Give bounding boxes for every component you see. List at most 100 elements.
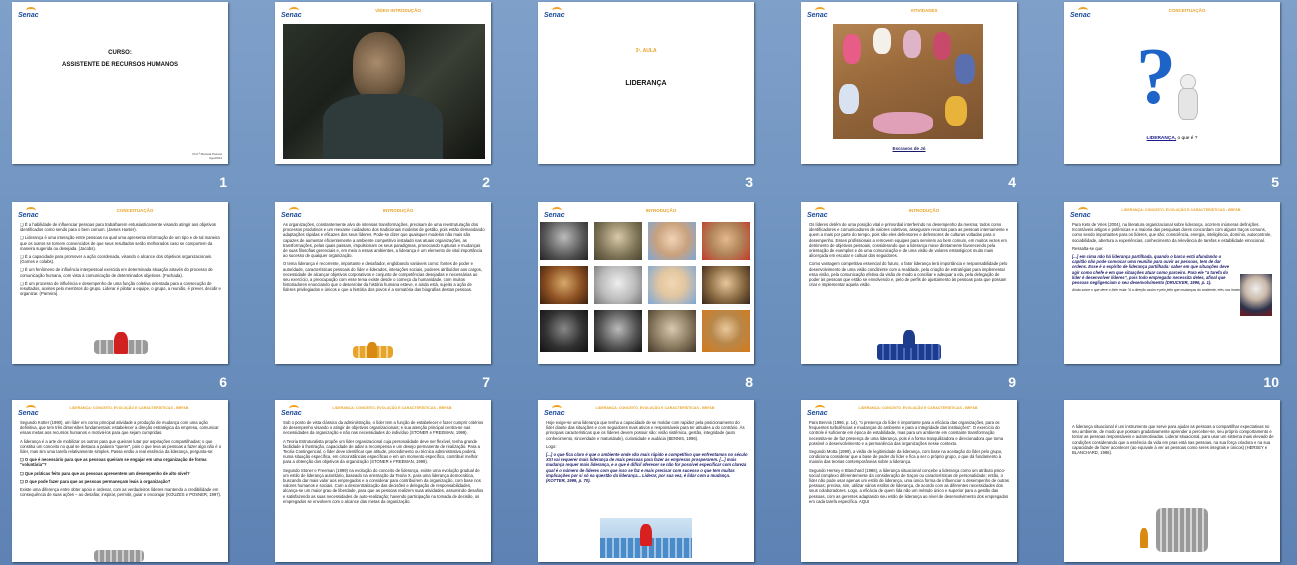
slide-body: As organizações, constantemente alvo de …	[283, 222, 485, 296]
course-name: ASSISTENTE DE RECURSOS HUMANOS	[61, 62, 178, 68]
senac-logo: Senac	[1070, 207, 1092, 223]
senac-logo: Senac	[18, 207, 40, 223]
slide-thumbnail-2[interactable]: Senac VÍDEO INTRODUÇÃO 2	[275, 2, 525, 192]
slide-thumbnail-9[interactable]: Senac INTRODUÇÃO Os líderes detêm de uma…	[801, 202, 1051, 392]
activity-photo	[833, 24, 983, 139]
paragraph: ❑ É um fenômeno de influência interpesso…	[20, 267, 213, 278]
senac-logo: Senac	[18, 405, 40, 421]
slide-thumbnail-7[interactable]: Senac INTRODUÇÃO As organizações, consta…	[275, 202, 525, 392]
slide-title: LIDERANÇA	[625, 80, 667, 87]
leader-portrait	[540, 222, 588, 260]
paragraph: As organizações, constantemente alvo de …	[283, 222, 485, 259]
paragraph: Como vantagem competitiva essencial do f…	[809, 261, 1008, 288]
paragraph: Segundo Motta (1999), a visão de legitim…	[809, 449, 1003, 465]
slide-thumbnail-15[interactable]: A liderança situacional é um instrumento…	[1064, 400, 1297, 565]
slide-thumbnail-13[interactable]: Senac LIDERANÇA: CONCEITO, EVOLUÇÃO E CA…	[538, 400, 788, 565]
paragraph: ❑ O que é necessário para que as pessoas…	[20, 457, 207, 468]
slide-header: CONCEITUAÇÃO	[116, 208, 154, 213]
slide-header: INTRODUÇÃO	[908, 208, 940, 213]
leader-with-crowd-image	[1138, 498, 1208, 554]
paragraph: Para Bennis (1996, p. 14), "o presença d…	[809, 420, 1004, 446]
senac-logo: Senac	[807, 405, 829, 421]
slide-number: 8	[745, 374, 753, 390]
slide-header: LIDERANÇA: CONCEITO, EVOLUÇÃO E CARACTER…	[1121, 208, 1241, 212]
quote: [...] o que fica claro é que o ambiente …	[546, 452, 748, 484]
slide-header: CONCEITUAÇÃO	[1168, 8, 1206, 13]
leader-portrait	[702, 266, 750, 304]
slide-thumbnail-11[interactable]: Senac LIDERANÇA: CONCEITO, EVOLUÇÃO E CA…	[12, 400, 262, 565]
slide-number: 7	[482, 374, 490, 390]
video-still-image	[283, 24, 485, 159]
paragraph: ❑ O que pode fazer para que as pessoas p…	[20, 478, 171, 484]
slide-thumbnail-6[interactable]: Senac CONCEITUAÇÃO ❑ É a habilidade de i…	[12, 202, 262, 392]
class-number: 3ª. AULA	[635, 48, 657, 54]
slide-header: LIDERANÇA: CONCEITO, EVOLUÇÃO E CARACTER…	[332, 406, 452, 410]
leader-portrait	[702, 310, 750, 352]
slide-thumbnail-3[interactable]: Senac 3ª. AULA LIDERANÇA 3	[538, 2, 788, 192]
senac-logo: Senac	[1070, 7, 1092, 23]
leader-portrait	[540, 310, 588, 352]
slide-thumbnail-5[interactable]: Senac CONCEITUAÇÃO ? LIDERANÇA, o que é …	[1064, 2, 1297, 192]
leader-portrait	[702, 222, 750, 260]
senac-logo: Senac	[807, 207, 829, 223]
slide-thumbnail-8[interactable]: Senac INTRODUÇÃO 8	[538, 202, 788, 392]
slide-body: Os líderes detêm de uma posição vital e …	[809, 222, 1011, 290]
slide-body: Segundo Kotter (1990), um líder em como …	[20, 420, 222, 500]
paragraph: Segundo Kotter (1990), um líder em como …	[20, 420, 219, 436]
slide-body: Para Bennis (1996, p. 14), "o presença d…	[809, 420, 1011, 507]
caption-keyword: LIDERANÇA,	[1146, 136, 1177, 141]
caption-question: o que é ?	[1176, 136, 1198, 141]
team-figures-image	[94, 332, 148, 356]
leader-portrait	[594, 266, 642, 304]
leaders-photo-grid	[540, 222, 750, 362]
slide-number: 4	[1008, 174, 1016, 190]
team-figures-image	[94, 550, 144, 562]
paragraph: Existe uma diferença entre obter apoio e…	[20, 487, 222, 498]
paragraph: ❑ Que práticas feito para que as pessoas…	[20, 470, 190, 476]
drucker-portrait	[1240, 274, 1272, 316]
paragraph: A liderança é a arte de mobilizar os out…	[20, 438, 222, 455]
slide-number: 3	[745, 174, 753, 190]
slide-caption: LIDERANÇA, o que é ?	[1064, 136, 1280, 141]
senac-logo: Senac	[544, 207, 566, 223]
leader-portrait	[594, 310, 642, 352]
quote: [...] em cima não há liderança partilhad…	[1072, 254, 1230, 286]
paragraph: ❑ É a habilidade de influenciar pessoas …	[20, 222, 217, 233]
paragraph: ❑ Liderança é uma interação entre pessoa…	[20, 235, 220, 251]
paragraph: Logo:	[546, 443, 557, 449]
slide-number: 10	[1263, 374, 1279, 390]
slide-number: 6	[219, 374, 227, 390]
senac-logo: Senac	[281, 207, 303, 223]
senac-logo: Senac	[544, 7, 566, 23]
slide-header: LIDERANÇA: CONCEITO, EVOLUÇÃO E CARACTER…	[69, 406, 189, 410]
leader-portrait	[648, 266, 696, 304]
paragraph: Sob o ponto de vista clássico da adminis…	[283, 420, 484, 436]
paragraph: Ressalta-se que:	[1072, 245, 1104, 251]
slide-thumbnail-12[interactable]: Senac LIDERANÇA: CONCEITO, EVOLUÇÃO E CA…	[275, 400, 525, 565]
slide-header: LIDERANÇA: CONCEITO, EVOLUÇÃO E CARACTER…	[595, 406, 715, 410]
paragraph: A Teoria Estruturalista propõe um líder …	[283, 438, 480, 465]
course-label: CURSO:	[108, 50, 132, 56]
leader-portrait	[594, 222, 642, 260]
slide-number: 1	[219, 174, 227, 190]
senac-logo: Senac	[544, 405, 566, 421]
slide-header: INTRODUÇÃO	[382, 208, 414, 213]
slide-thumbnail-10[interactable]: Senac LIDERANÇA: CONCEITO, EVOLUÇÃO E CA…	[1064, 202, 1297, 392]
slide-number: 2	[482, 174, 490, 190]
senac-logo: Senac	[281, 7, 303, 23]
paragraph: Os líderes detêm de uma posição vital e …	[809, 222, 1009, 259]
slide-thumbnail-4[interactable]: Senac ATIVIDADES Escravos de Jó 4	[801, 2, 1051, 192]
gold-team-figures-image	[353, 342, 393, 360]
slide-header: INTRODUÇÃO	[645, 208, 677, 213]
slide-header: VÍDEO INTRODUÇÃO	[375, 8, 421, 13]
slide-thumbnail-1[interactable]: Senac CURSO: ASSISTENTE DE RECURSOS HUMA…	[12, 2, 262, 192]
slide-body: Sob o ponto de vista clássico da adminis…	[283, 420, 485, 507]
paragraph: ❑ É a capacidade para promover a ação co…	[20, 254, 213, 265]
activity-caption: Escravos de Jó	[892, 146, 926, 151]
question-mark-icon: ?	[1136, 33, 1176, 121]
slide-thumbnail-14[interactable]: Senac LIDERANÇA: CONCEITO, EVOLUÇÃO E CA…	[801, 400, 1051, 565]
leader-portrait	[540, 266, 588, 304]
paragraph: O tema liderança é recorrente, important…	[283, 261, 483, 293]
question-mark-figure-image: ?	[1136, 32, 1208, 127]
slide-body: A liderança situacional é um instrumento…	[1072, 424, 1274, 458]
